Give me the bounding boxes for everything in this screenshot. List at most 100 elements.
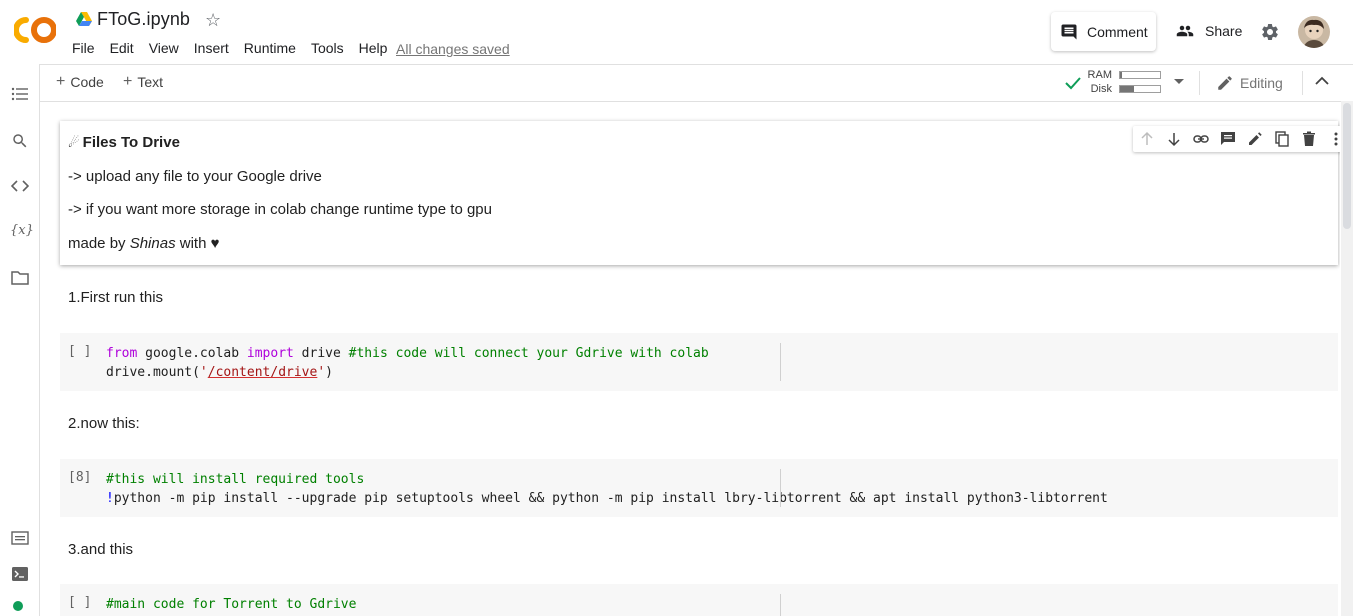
code-editor[interactable]: #this will install required tools !pytho… [106,470,1108,508]
mirror-cell-icon[interactable] [1274,131,1290,147]
code-comment: #this code will connect your Gdrive with… [348,346,709,361]
more-vert-icon[interactable] [1328,131,1340,147]
colab-logo[interactable] [14,14,56,46]
comment-icon [1061,24,1077,39]
menu-view[interactable]: View [149,40,179,56]
code-comment: #this will install required tools [106,472,365,487]
code-snippets-icon[interactable] [11,178,29,194]
credit-suffix: with ♥ [175,235,220,252]
search-icon[interactable] [11,132,29,150]
comment-label: Comment [1087,23,1148,40]
pencil-icon [1218,76,1232,90]
code-token: ) [325,365,333,380]
comment-button[interactable]: Comment [1051,12,1156,51]
line-length-ruler [780,469,781,507]
code-string: /content/drive [207,365,318,380]
toolbar-divider [1199,71,1200,95]
menu-tools[interactable]: Tools [311,40,344,56]
editing-mode-button[interactable]: Editing [1216,74,1283,92]
menu-edit[interactable]: Edit [110,40,134,56]
chevron-up-icon[interactable] [1315,76,1329,86]
comet-emoji-icon: ☄ [68,135,80,150]
delete-trash-icon[interactable] [1301,131,1317,147]
people-icon [1176,25,1194,37]
text-cell-step-3[interactable]: 3.and this [68,541,133,558]
save-status[interactable]: All changes saved [396,41,510,57]
star-icon[interactable]: ☆ [205,10,221,30]
code-cell-torrent-main[interactable]: [ ] #main code for Torrent to Gdrive [60,584,1338,616]
plus-icon: + [56,73,66,90]
line-length-ruler [780,594,781,616]
settings-gear-icon[interactable] [1260,22,1280,42]
variables-icon[interactable]: {x} [10,223,34,238]
disk-usage-fill [1120,86,1134,92]
notebook-title[interactable]: FToG.ipynb [97,9,190,30]
toolbar-divider [1302,71,1303,95]
cell-toolbar [1133,126,1340,152]
link-icon[interactable] [1193,131,1209,147]
resource-monitor[interactable]: RAM Disk [1064,69,1194,97]
intro-line-1: -> upload any file to your Google drive [68,168,322,185]
move-cell-down-icon[interactable] [1166,131,1182,147]
add-code-label: Code [70,74,104,90]
credit-author: Shinas [129,235,176,252]
menu-insert[interactable]: Insert [194,40,229,56]
runtime-status-indicator[interactable] [13,601,23,611]
vertical-scrollbar[interactable] [1341,101,1353,616]
share-button[interactable]: Share [1174,22,1242,40]
left-sidebar-rail: {x} [0,64,40,616]
add-code-cell-button[interactable]: + Code [56,73,104,91]
add-text-cell-button[interactable]: + Text [123,73,164,91]
run-cell-button[interactable]: [ ] [68,344,91,359]
code-editor[interactable]: #main code for Torrent to Gdrive [106,595,356,614]
intro-line-2: -> if you want more storage in colab cha… [68,201,492,218]
menu-help[interactable]: Help [359,40,388,56]
terminal-icon[interactable] [11,566,29,582]
scrollbar-thumb[interactable] [1343,103,1351,229]
code-token: from [106,346,138,361]
intro-heading-text: Files To Drive [82,134,180,151]
code-editor[interactable]: from google.colab import drive #this cod… [106,344,709,382]
code-comment: #main code for Torrent to Gdrive [106,597,357,612]
code-token: ' [317,365,326,380]
code-token: google.colab [137,346,247,361]
intro-heading: ☄ Files To Drive [68,134,180,151]
chevron-down-icon[interactable] [1174,78,1184,86]
code-token: import [246,346,294,361]
disk-label: Disk [1090,83,1112,95]
code-cell-mount-drive[interactable]: [ ] from google.colab import drive #this… [60,333,1338,391]
menu-bar: File Edit View Insert Runtime Tools Help [72,40,402,56]
run-cell-button[interactable]: [ ] [68,595,91,610]
menu-file[interactable]: File [72,40,95,56]
text-cell-intro[interactable]: ☄ Files To Drive -> upload any file to yo… [60,121,1340,265]
notebook-toolbar: + Code + Text RAM Disk Editing [40,64,1353,102]
credit-prefix: made by [68,235,130,252]
code-cell-install-tools[interactable]: [8] #this will install required tools !p… [60,459,1338,517]
ram-label: RAM [1087,69,1112,81]
line-length-ruler [780,343,781,381]
code-token: ! [106,491,114,506]
disk-usage-bar [1119,85,1161,93]
intro-credit: made by Shinas with ♥ [68,235,220,252]
user-avatar[interactable] [1298,16,1330,48]
add-comment-icon[interactable] [1220,131,1236,147]
menu-runtime[interactable]: Runtime [244,40,296,56]
google-drive-icon[interactable] [76,12,92,26]
text-cell-step-1[interactable]: 1.First run this [68,289,163,306]
code-token: python -m pip install --upgrade pip setu… [113,491,1108,506]
code-token: drive.mount( [106,365,200,380]
run-cell-button[interactable]: [8] [68,470,91,485]
editing-label: Editing [1240,75,1283,91]
text-cell-step-2[interactable]: 2.now this: [68,415,140,432]
move-cell-up-icon[interactable] [1139,131,1155,147]
command-palette-icon[interactable] [11,530,29,546]
table-of-contents-icon[interactable] [11,86,29,102]
plus-icon: + [123,73,133,90]
notebook-cells: ☄ Files To Drive -> upload any file to yo… [40,101,1340,616]
add-text-label: Text [137,74,164,90]
edit-pencil-icon[interactable] [1247,131,1263,147]
ram-usage-fill [1120,72,1122,78]
share-label: Share [1205,23,1243,39]
files-folder-icon[interactable] [11,270,29,286]
ram-usage-bar [1119,71,1161,79]
